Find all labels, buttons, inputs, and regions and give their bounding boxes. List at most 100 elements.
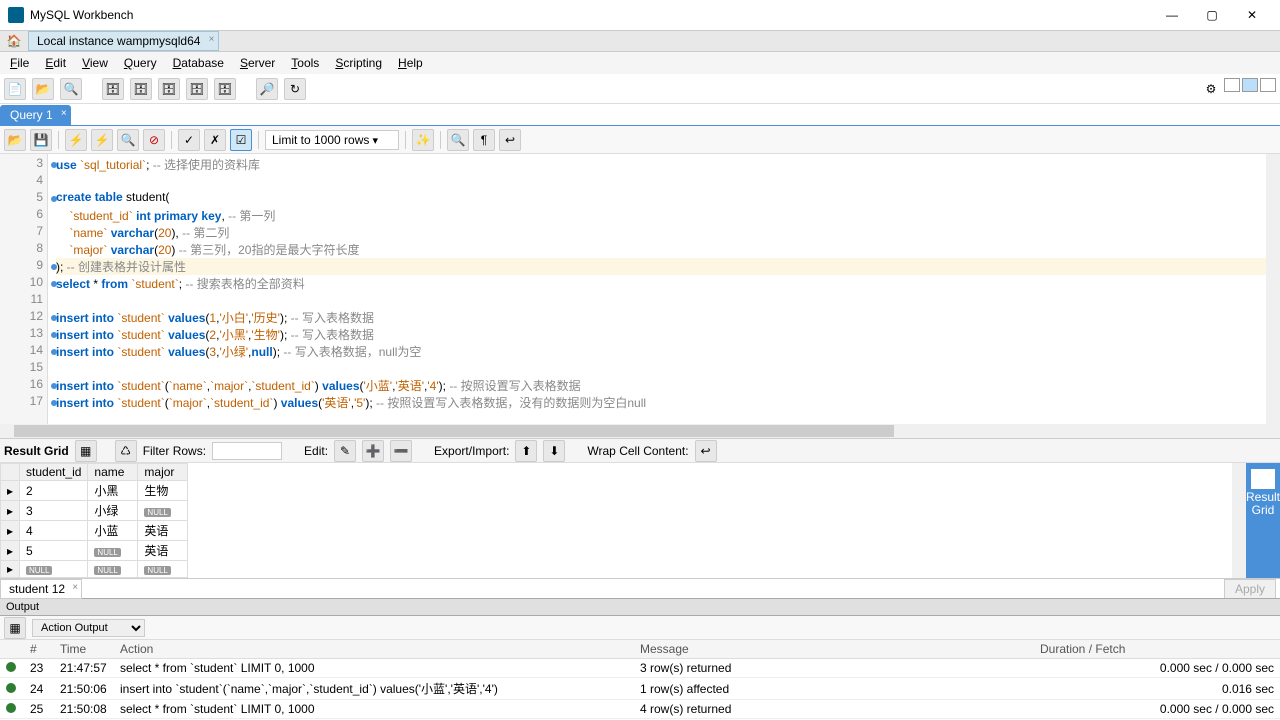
wrap-label: Wrap Cell Content:: [587, 444, 688, 458]
db-icon-3[interactable]: 🗄: [158, 78, 180, 100]
db-icon[interactable]: 🗄: [102, 78, 124, 100]
query-tab-label: Query 1: [10, 108, 53, 122]
menu-file[interactable]: File: [4, 54, 35, 72]
menu-view[interactable]: View: [76, 54, 114, 72]
execute-icon[interactable]: ⚡: [65, 129, 87, 151]
close-icon[interactable]: ×: [72, 582, 78, 593]
menubar: FileEditViewQueryDatabaseServerToolsScri…: [0, 52, 1280, 74]
close-icon[interactable]: ×: [209, 34, 215, 45]
table-row[interactable]: ▸NULLNULLNULL: [1, 561, 188, 578]
save-file-icon[interactable]: 💾: [30, 129, 52, 151]
results-scrollbar[interactable]: [1232, 463, 1246, 578]
output-row[interactable]: 2321:47:57select * from `student` LIMIT …: [0, 659, 1280, 678]
output-view-icon[interactable]: ▦: [4, 617, 26, 639]
results-tabbar: student 12 × Apply: [0, 578, 1280, 598]
grid-view-icon[interactable]: ▦: [75, 440, 97, 462]
result-grid-label: Result Grid: [4, 444, 69, 458]
output-grid[interactable]: #TimeActionMessageDuration / Fetch2321:4…: [0, 640, 1280, 720]
reconnect-icon[interactable]: ↻: [284, 78, 306, 100]
toggle-right-panel[interactable]: [1260, 78, 1276, 92]
result-tab-label: student 12: [9, 582, 65, 596]
side-panel-label: Result Grid: [1246, 491, 1280, 517]
table-row[interactable]: ▸4小蓝英语: [1, 521, 188, 541]
wrap-cell-icon[interactable]: ↩: [695, 440, 717, 462]
code-editor[interactable]: 34567891011121314151617 use `sql_tutoria…: [0, 154, 1280, 424]
settings-gear-icon[interactable]: ⚙: [1200, 78, 1222, 100]
edit-icon[interactable]: ✎: [334, 440, 356, 462]
export-icon[interactable]: ⬆: [515, 440, 537, 462]
search-table-icon[interactable]: 🔎: [256, 78, 278, 100]
invisible-icon[interactable]: ¶: [473, 129, 495, 151]
connection-tab[interactable]: Local instance wampmysqld64 ×: [28, 31, 219, 51]
inspector-icon[interactable]: 🔍: [60, 78, 82, 100]
vertical-scrollbar[interactable]: [1266, 154, 1280, 424]
result-tab[interactable]: student 12 ×: [0, 579, 82, 599]
connection-tab-label: Local instance wampmysqld64: [37, 34, 200, 48]
line-gutter: 34567891011121314151617: [0, 154, 48, 424]
maximize-button[interactable]: ▢: [1192, 3, 1232, 27]
add-row-icon[interactable]: ➕: [362, 440, 384, 462]
autocommit-icon[interactable]: ☑: [230, 129, 252, 151]
menu-edit[interactable]: Edit: [39, 54, 72, 72]
menu-help[interactable]: Help: [392, 54, 429, 72]
stop-icon[interactable]: ⊘: [143, 129, 165, 151]
find-icon[interactable]: 🔍: [447, 129, 469, 151]
toggle-bottom-panel[interactable]: [1242, 78, 1258, 92]
table-row[interactable]: ▸3小绿NULL: [1, 501, 188, 521]
results-panel: Result Grid ▦ ♺ Filter Rows: Edit: ✎ ➕ ➖…: [0, 438, 1280, 598]
result-grid[interactable]: student_idnamemajor▸2小黑生物▸3小绿NULL▸4小蓝英语▸…: [0, 463, 1232, 578]
query-tabs: Query 1 ×: [0, 104, 1280, 126]
apply-button[interactable]: Apply: [1224, 579, 1276, 599]
beautify-icon[interactable]: ✨: [412, 129, 434, 151]
close-button[interactable]: ✕: [1232, 3, 1272, 27]
explain-icon[interactable]: 🔍: [117, 129, 139, 151]
connection-tabs: 🏠 Local instance wampmysqld64 ×: [0, 30, 1280, 52]
menu-tools[interactable]: Tools: [285, 54, 325, 72]
rollback-icon[interactable]: ✗: [204, 129, 226, 151]
output-type-select[interactable]: Action Output: [32, 619, 145, 637]
toggle-left-panel[interactable]: [1224, 78, 1240, 92]
open-sql-icon[interactable]: 📂: [32, 78, 54, 100]
menu-database[interactable]: Database: [167, 54, 230, 72]
filter-icon[interactable]: ♺: [115, 440, 137, 462]
status-ok-icon: [6, 662, 16, 672]
db-icon-4[interactable]: 🗄: [186, 78, 208, 100]
open-file-icon[interactable]: 📂: [4, 129, 26, 151]
horizontal-scrollbar[interactable]: [0, 424, 1280, 438]
new-sql-tab-icon[interactable]: 📄: [4, 78, 26, 100]
output-row[interactable]: 2421:50:06insert into `student`(`name`,`…: [0, 678, 1280, 700]
grid-icon: [1251, 469, 1275, 489]
app-logo: [8, 7, 24, 23]
minimize-button[interactable]: —: [1152, 3, 1192, 27]
table-row[interactable]: ▸5NULL英语: [1, 541, 188, 561]
results-toolbar: Result Grid ▦ ♺ Filter Rows: Edit: ✎ ➕ ➖…: [0, 439, 1280, 463]
code-content[interactable]: use `sql_tutorial`; -- 选择使用的资料库create ta…: [48, 154, 1280, 424]
edit-label: Edit:: [304, 444, 328, 458]
window-title: MySQL Workbench: [30, 8, 1152, 22]
editor-toolbar: 📂 💾 ⚡ ⚡ 🔍 ⊘ ✓ ✗ ☑ Limit to 1000 rows ▾ ✨…: [0, 126, 1280, 154]
wrap-icon[interactable]: ↩: [499, 129, 521, 151]
query-tab[interactable]: Query 1 ×: [0, 105, 71, 125]
output-row[interactable]: 2521:50:08select * from `student` LIMIT …: [0, 700, 1280, 719]
delete-row-icon[interactable]: ➖: [390, 440, 412, 462]
table-row[interactable]: ▸2小黑生物: [1, 481, 188, 501]
commit-icon[interactable]: ✓: [178, 129, 200, 151]
menu-server[interactable]: Server: [234, 54, 281, 72]
filter-rows-label: Filter Rows:: [143, 444, 206, 458]
execute-current-icon[interactable]: ⚡: [91, 129, 113, 151]
import-icon[interactable]: ⬇: [543, 440, 565, 462]
status-ok-icon: [6, 703, 16, 713]
output-toolbar: ▦ Action Output: [0, 616, 1280, 640]
main-toolbar: 📄 📂 🔍 🗄 🗄 🗄 🗄 🗄 🔎 ↻ ⚙: [0, 74, 1280, 104]
db-icon-2[interactable]: 🗄: [130, 78, 152, 100]
db-icon-5[interactable]: 🗄: [214, 78, 236, 100]
result-side-panel[interactable]: Result Grid: [1246, 463, 1280, 578]
menu-query[interactable]: Query: [118, 54, 163, 72]
limit-rows-select[interactable]: Limit to 1000 rows ▾: [265, 130, 399, 150]
output-header: Output: [0, 598, 1280, 616]
close-icon[interactable]: ×: [61, 108, 67, 119]
filter-rows-input[interactable]: [212, 442, 282, 460]
menu-scripting[interactable]: Scripting: [329, 54, 388, 72]
home-icon[interactable]: 🏠: [0, 31, 28, 51]
export-label: Export/Import:: [434, 444, 509, 458]
